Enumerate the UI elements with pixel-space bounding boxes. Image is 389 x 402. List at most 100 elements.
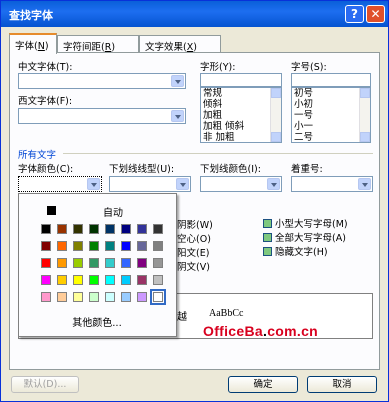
color-swatch[interactable] bbox=[153, 275, 163, 285]
color-swatch[interactable] bbox=[41, 224, 51, 234]
effect-label: 阴影 bbox=[177, 220, 197, 231]
scroll-down-icon[interactable] bbox=[360, 132, 370, 142]
list-item[interactable]: 加粗 bbox=[201, 110, 281, 121]
automatic-label: 自动 bbox=[103, 208, 123, 219]
automatic-color-option[interactable]: 自动 bbox=[23, 200, 173, 220]
effect-hidden[interactable]: 隐藏文字(H) bbox=[263, 244, 328, 258]
font-color-label: 字体颜色(C): bbox=[18, 164, 74, 175]
color-swatch[interactable] bbox=[57, 224, 67, 234]
color-swatch[interactable] bbox=[150, 289, 166, 305]
western-font-combo[interactable] bbox=[18, 108, 186, 124]
effect-emboss[interactable]: 阳文(E) bbox=[177, 245, 209, 259]
list-item[interactable]: 常规 bbox=[201, 88, 281, 99]
color-swatch[interactable] bbox=[73, 292, 83, 302]
chevron-down-icon[interactable] bbox=[87, 178, 100, 190]
color-swatch[interactable] bbox=[89, 224, 99, 234]
watermark-tld: com.cn bbox=[267, 323, 319, 339]
chevron-down-icon[interactable] bbox=[171, 75, 184, 87]
chinese-font-combo[interactable] bbox=[18, 73, 186, 89]
list-item[interactable]: 加粗 倾斜 bbox=[201, 121, 281, 132]
more-colors-button[interactable]: 其他颜色... bbox=[47, 316, 147, 332]
chevron-down-icon[interactable] bbox=[176, 178, 189, 190]
color-swatch[interactable] bbox=[89, 275, 99, 285]
underline-color-label: 下划线颜色(I): bbox=[200, 164, 261, 175]
color-swatch[interactable] bbox=[73, 224, 83, 234]
automatic-swatch bbox=[47, 206, 56, 215]
effect-shadow[interactable]: 阴影(W) bbox=[177, 217, 213, 231]
color-swatch[interactable] bbox=[105, 224, 115, 234]
cancel-button[interactable]: 取消 bbox=[307, 376, 377, 393]
style-scrollbar[interactable] bbox=[270, 88, 281, 142]
group-divider bbox=[63, 153, 373, 154]
color-swatch[interactable] bbox=[57, 258, 67, 268]
color-swatch[interactable] bbox=[137, 224, 147, 234]
color-swatch[interactable] bbox=[121, 258, 131, 268]
color-swatch[interactable] bbox=[57, 241, 67, 251]
font-color-combo[interactable] bbox=[18, 176, 102, 192]
underline-type-combo[interactable] bbox=[109, 176, 191, 192]
color-swatch[interactable] bbox=[121, 292, 131, 302]
color-swatch[interactable] bbox=[89, 241, 99, 251]
color-swatch[interactable] bbox=[73, 258, 83, 268]
emphasis-label: 着重号: bbox=[291, 164, 323, 175]
tab-character-spacing[interactable]: 字符间距(R) bbox=[57, 35, 139, 53]
style-input[interactable] bbox=[200, 73, 282, 87]
color-swatch[interactable] bbox=[105, 275, 115, 285]
color-swatch[interactable] bbox=[137, 292, 147, 302]
color-swatch[interactable] bbox=[57, 275, 67, 285]
size-list[interactable]: 初号 小初 一号 小一 二号 bbox=[291, 87, 371, 143]
list-item[interactable]: 非 加粗 bbox=[201, 132, 281, 142]
default-button[interactable]: 默认(D)... bbox=[11, 376, 79, 393]
color-swatch[interactable] bbox=[137, 258, 147, 268]
chevron-down-icon[interactable] bbox=[267, 178, 280, 190]
effect-outline[interactable]: 空心(O) bbox=[177, 231, 211, 245]
scroll-up-icon[interactable] bbox=[271, 88, 281, 98]
effect-all-caps[interactable]: 全部大写字母(A) bbox=[263, 230, 346, 244]
effect-engrave[interactable]: 阴文(V) bbox=[177, 259, 210, 273]
size-scrollbar[interactable] bbox=[359, 88, 370, 142]
color-swatch[interactable] bbox=[121, 241, 131, 251]
color-swatch[interactable] bbox=[153, 241, 163, 251]
color-swatch[interactable] bbox=[105, 241, 115, 251]
color-swatch[interactable] bbox=[121, 275, 131, 285]
chevron-down-icon[interactable] bbox=[171, 110, 184, 122]
scroll-up-icon[interactable] bbox=[360, 88, 370, 98]
effect-key: (W) bbox=[196, 220, 213, 231]
size-input[interactable] bbox=[291, 73, 371, 87]
tab-text-effects[interactable]: 文字效果(X) bbox=[139, 35, 221, 53]
color-swatch[interactable] bbox=[153, 224, 163, 234]
checkbox-icon[interactable] bbox=[263, 233, 272, 242]
color-swatch[interactable] bbox=[41, 275, 51, 285]
color-swatch[interactable] bbox=[41, 241, 51, 251]
dialog-title: 查找字体 bbox=[9, 9, 53, 22]
effect-small-caps[interactable]: 小型大写字母(M) bbox=[263, 216, 348, 230]
color-swatch[interactable] bbox=[89, 258, 99, 268]
color-swatch[interactable] bbox=[73, 241, 83, 251]
style-list[interactable]: 常规 倾斜 加粗 加粗 倾斜 非 加粗 bbox=[200, 87, 282, 143]
underline-color-combo[interactable] bbox=[200, 176, 282, 192]
checkbox-icon[interactable] bbox=[263, 219, 272, 228]
color-swatch[interactable] bbox=[105, 258, 115, 268]
checkbox-icon[interactable] bbox=[263, 247, 272, 256]
help-button[interactable]: ? bbox=[345, 5, 364, 23]
color-swatch[interactable] bbox=[41, 258, 51, 268]
color-swatch[interactable] bbox=[121, 224, 131, 234]
color-swatch[interactable] bbox=[73, 275, 83, 285]
color-swatch[interactable] bbox=[137, 241, 147, 251]
color-swatch[interactable] bbox=[137, 275, 147, 285]
list-item[interactable]: 倾斜 bbox=[201, 99, 281, 110]
effect-label: 小型大写字母(M) bbox=[275, 219, 348, 230]
color-swatch[interactable] bbox=[105, 292, 115, 302]
color-swatch[interactable] bbox=[57, 292, 67, 302]
color-swatch[interactable] bbox=[41, 292, 51, 302]
color-swatch[interactable] bbox=[153, 258, 163, 268]
color-swatch[interactable] bbox=[89, 292, 99, 302]
tab-font[interactable]: 字体(N) bbox=[9, 33, 57, 54]
emphasis-combo[interactable] bbox=[291, 176, 373, 192]
preview-sample-text: AaBbCc bbox=[209, 308, 244, 319]
close-button[interactable]: ✕ bbox=[366, 5, 385, 23]
chevron-down-icon[interactable] bbox=[358, 178, 371, 190]
ok-button[interactable]: 确定 bbox=[228, 376, 298, 393]
scroll-down-icon[interactable] bbox=[271, 132, 281, 142]
preview-cjk-text: 越 bbox=[177, 312, 187, 323]
